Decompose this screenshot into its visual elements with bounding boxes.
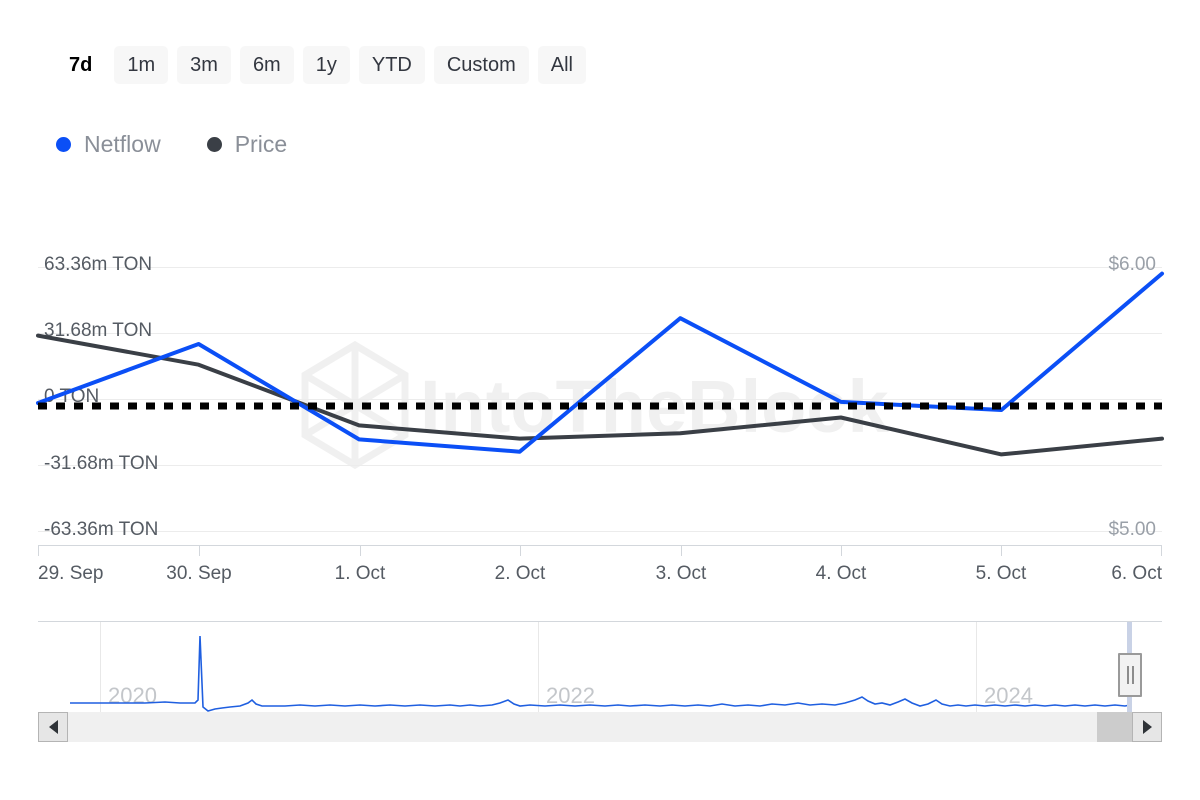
series-line-netflow — [38, 274, 1162, 452]
x-axis-tick-3: 2. Oct — [495, 563, 546, 584]
handle-grip-line — [1127, 666, 1129, 684]
range-button-7d[interactable]: 7d — [56, 46, 105, 84]
range-button-3m[interactable]: 3m — [177, 46, 231, 84]
scrollbar-thumb[interactable] — [1097, 712, 1132, 742]
y-axis-left-labels: 63.36m TON 31.68m TON 0 TON -31.68m TON … — [44, 254, 158, 540]
range-button-6m[interactable]: 6m — [240, 46, 294, 84]
scrollbar-track[interactable] — [68, 712, 1132, 742]
watermark-logo-icon — [305, 345, 405, 465]
range-button-1m[interactable]: 1m — [114, 46, 168, 84]
legend-marker-netflow-icon — [56, 137, 71, 152]
y-axis-left-tick-3: -31.68m TON — [44, 453, 158, 474]
scrollbar-right-arrow-button[interactable] — [1132, 712, 1162, 742]
navigator-year-0: 2020 — [108, 683, 157, 708]
legend-label-netflow: Netflow — [84, 133, 161, 156]
watermark-text: IntoTheBlock — [420, 365, 890, 448]
watermark: IntoTheBlock — [305, 345, 890, 465]
navigator-gridlines — [101, 622, 977, 713]
navigator: 2020 2022 2024 — [38, 621, 1162, 713]
caret-right-icon — [1143, 720, 1152, 734]
gridlines — [38, 268, 1162, 532]
y-axis-left-tick-1: 31.68m TON — [44, 320, 152, 341]
y-axis-left-tick-2: 0 TON — [44, 386, 99, 407]
navigator-year-1: 2022 — [546, 683, 595, 708]
x-axis-tick-7: 6. Oct — [1111, 563, 1162, 584]
series-line-price — [38, 336, 1162, 455]
legend-item-price[interactable]: Price — [207, 133, 287, 156]
navigator-year-2: 2024 — [984, 683, 1033, 708]
x-axis-labels: 29. Sep 30. Sep 1. Oct 2. Oct 3. Oct 4. … — [38, 563, 1163, 584]
chart-scrollbar[interactable] — [38, 712, 1162, 742]
navigator-series-line — [70, 636, 1130, 711]
y-axis-right-tick-1: $5.00 — [1108, 519, 1156, 540]
scrollbar-left-arrow-button[interactable] — [38, 712, 68, 742]
range-button-ytd[interactable]: YTD — [359, 46, 425, 84]
x-axis-tick-0: 29. Sep — [38, 563, 104, 584]
navigator-handle-right[interactable] — [1118, 653, 1142, 697]
legend-item-netflow[interactable]: Netflow — [56, 133, 161, 156]
chart-legend: Netflow Price — [56, 133, 287, 156]
legend-label-price: Price — [235, 133, 287, 156]
y-axis-left-tick-0: 63.36m TON — [44, 254, 152, 275]
y-axis-right-labels: $6.00 $5.00 — [1108, 254, 1156, 540]
legend-marker-price-icon — [207, 137, 222, 152]
range-button-all[interactable]: All — [538, 46, 586, 84]
range-button-1y[interactable]: 1y — [303, 46, 350, 84]
caret-left-icon — [49, 720, 58, 734]
range-selector[interactable]: 7d 1m 3m 6m 1y YTD Custom All — [56, 46, 586, 84]
x-axis-tick-1: 30. Sep — [166, 563, 232, 584]
x-axis — [38, 545, 1162, 556]
x-axis-tick-6: 5. Oct — [976, 563, 1027, 584]
chart-area: IntoTheBlock 63.36m TON 31.68m TON 0 TON… — [0, 0, 1200, 800]
range-button-custom[interactable]: Custom — [434, 46, 529, 84]
handle-grip-line — [1132, 666, 1134, 684]
x-axis-tick-2: 1. Oct — [335, 563, 386, 584]
y-axis-right-tick-0: $6.00 — [1108, 254, 1156, 275]
x-axis-tick-4: 3. Oct — [656, 563, 707, 584]
y-axis-left-tick-4: -63.36m TON — [44, 519, 158, 540]
x-axis-tick-5: 4. Oct — [816, 563, 867, 584]
